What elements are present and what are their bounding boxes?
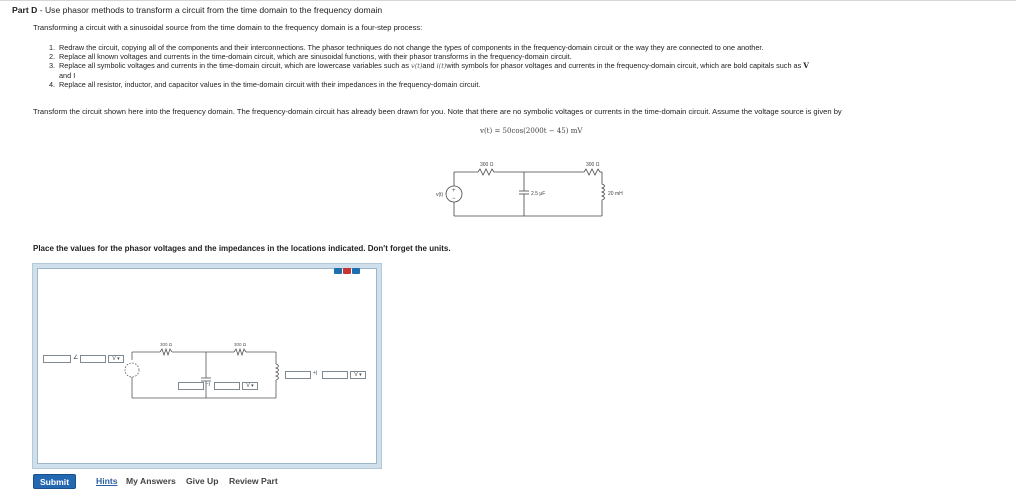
c1-r2-label: 300 Ω	[586, 162, 600, 168]
source-unit-select[interactable]: V ▾	[108, 355, 124, 363]
review-part-link[interactable]: Review Part	[229, 474, 278, 489]
symbol-it: i(t)	[436, 62, 447, 70]
c2-r2-label: 300 Ω	[234, 342, 247, 347]
plus-j-symbol: +j	[313, 370, 318, 376]
c1-r1-label: 300 Ω	[480, 162, 494, 168]
source-equation: v(t) = 50cos(2000t − 45) mV	[480, 127, 583, 135]
symbol-v-bold: V	[803, 61, 809, 70]
step-item: 4. Replace all resistor, inductor, and ca…	[49, 80, 481, 89]
step-item: 1. Redraw the circuit, copying all of the…	[49, 43, 764, 52]
time-domain-circuit: + − v(t) 300 Ω 300 Ω 2.5 μF 20 mH	[436, 162, 623, 217]
c1-cap-label: 2.5 μF	[531, 191, 545, 197]
svg-text:+: +	[452, 188, 456, 194]
c1-source-label: v(t)	[436, 192, 444, 198]
c1-ind-label: 20 mH	[608, 191, 623, 197]
source-magnitude-dropzone[interactable]	[43, 355, 71, 363]
step-continuation: and I	[59, 71, 76, 80]
inductor-imag-dropzone[interactable]	[322, 371, 348, 379]
intro-text: Transforming a circuit with a sinusoidal…	[33, 23, 423, 32]
applet-info-button[interactable]	[352, 268, 360, 274]
capacitor-imag-dropzone[interactable]	[214, 382, 240, 390]
hints-link[interactable]: Hints	[96, 474, 117, 489]
part-label: Part D	[12, 5, 38, 15]
my-answers-link[interactable]: My Answers	[126, 474, 176, 489]
part-title: Part D - Use phasor methods to transform…	[12, 5, 382, 15]
applet-toolbar	[334, 268, 360, 274]
submit-button[interactable]: Submit	[33, 474, 76, 489]
c2-r1-label: 300 Ω	[160, 342, 173, 347]
give-up-link[interactable]: Give Up	[186, 474, 218, 489]
symbol-vt: v(t)	[411, 62, 423, 70]
svg-text:−: −	[452, 196, 456, 202]
capacitor-real-dropzone[interactable]	[178, 382, 204, 390]
source-angle-dropzone[interactable]	[80, 355, 106, 363]
step-item: 2. Replace all known voltages and current…	[49, 52, 572, 61]
place-instructions: Place the values for the phasor voltages…	[33, 244, 451, 253]
step-item: 3. Replace all symbolic voltages and curr…	[49, 61, 809, 70]
angle-symbol: ∠	[73, 355, 79, 361]
applet-help-button[interactable]	[334, 268, 342, 274]
minus-j-symbol: −j	[206, 381, 211, 387]
steps-list: 1. Redraw the circuit, copying all of the…	[49, 43, 1004, 89]
inductor-real-dropzone[interactable]	[285, 371, 311, 379]
top-divider	[0, 0, 1016, 1]
part-heading: - Use phasor methods to transform a circ…	[37, 5, 383, 15]
inductor-unit-select[interactable]: V ▾	[350, 371, 366, 379]
transform-instructions: Transform the circuit shown here into th…	[33, 107, 842, 116]
applet-reset-button[interactable]	[343, 268, 351, 274]
capacitor-unit-select[interactable]: V ▾	[242, 382, 258, 390]
